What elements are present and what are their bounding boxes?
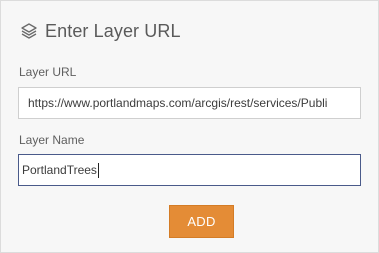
layer-url-input[interactable]: https://www.portlandmaps.com/arcgis/rest… [18,87,361,119]
layers-icon [20,22,38,40]
layer-url-label: Layer URL [19,65,77,79]
add-button[interactable]: ADD [169,205,234,238]
panel-header: Enter Layer URL [20,20,181,42]
text-caret [97,162,99,178]
enter-layer-url-panel: Enter Layer URL Layer URL https://www.po… [0,0,379,253]
panel-title: Enter Layer URL [45,20,181,41]
layer-name-label: Layer Name [19,133,85,147]
layer-name-input[interactable]: PortlandTrees [18,154,361,186]
layer-url-value: https://www.portlandmaps.com/arcgis/rest… [28,96,328,110]
layer-name-value: PortlandTrees [22,163,97,177]
